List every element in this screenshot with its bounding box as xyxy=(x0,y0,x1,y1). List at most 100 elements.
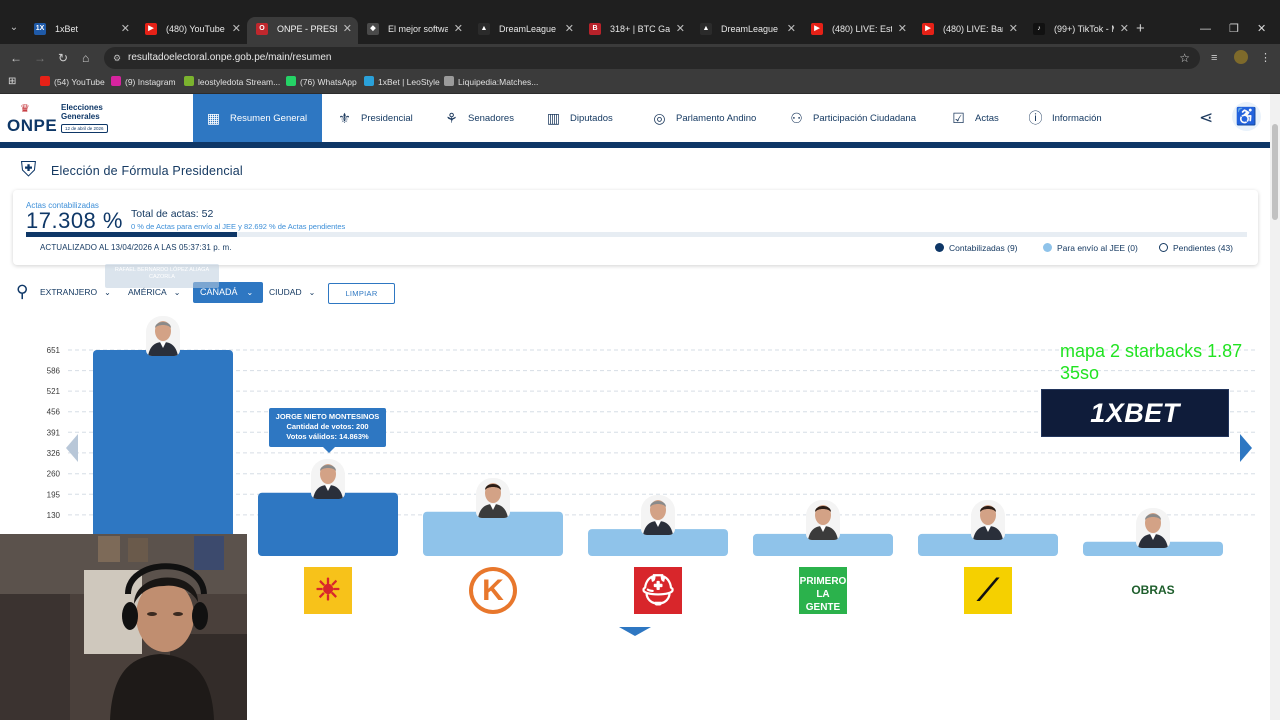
continent-select[interactable]: AMÉRICA ⌄ xyxy=(128,287,180,297)
close-window-button[interactable]: ✕ xyxy=(1257,20,1266,38)
city-select[interactable]: CIUDAD ⌄ xyxy=(269,287,315,297)
nav-informacion[interactable]: ⓘ Información xyxy=(1027,94,1102,142)
candidate-photo[interactable] xyxy=(146,316,180,356)
site-info-icon[interactable]: ⚙ xyxy=(113,47,121,69)
candidate-photo[interactable] xyxy=(476,477,510,518)
home-button[interactable]: ⌂ xyxy=(82,50,89,66)
expand-down-arrow[interactable] xyxy=(619,627,651,636)
nav-presidencial[interactable]: ⚜ Presidencial xyxy=(336,94,413,142)
party-logo[interactable]: ⟋ xyxy=(964,567,1012,614)
region-select[interactable]: EXTRANJERO ⌄ xyxy=(40,287,111,297)
browser-menu-icon[interactable]: ⋮ xyxy=(1260,50,1271,66)
onpe-logo[interactable]: ♛ ONPE Elecciones Generales 12 de abril … xyxy=(6,102,116,138)
bookmark-item[interactable]: leostyledota Stream... xyxy=(184,76,280,89)
candidate-photo[interactable] xyxy=(1136,507,1170,548)
browser-tab[interactable]: ▲ DreamLeague Sea ✕ xyxy=(469,17,580,44)
grid-icon: ▦ xyxy=(206,110,221,126)
logo-text: ONPE xyxy=(7,116,58,135)
minimize-button[interactable]: — xyxy=(1200,20,1211,38)
party-logo[interactable]: PRIMERO LA GENTE xyxy=(799,567,847,614)
party-logo[interactable]: ⛑ xyxy=(634,567,682,614)
browser-tab[interactable]: B 318+ | BTC Gamin ✕ xyxy=(580,17,691,44)
browser-tab[interactable]: ♪ (99+) TikTok - Ma ✕ xyxy=(1024,17,1135,44)
nav-parlamento-andino[interactable]: ◎ Parlamento Andino xyxy=(651,94,756,142)
chart-prev-arrow[interactable] xyxy=(66,434,78,462)
clear-filters-button[interactable]: LIMPIAR xyxy=(328,283,395,304)
y-tick-label: 391 xyxy=(47,428,61,437)
profile-avatar[interactable] xyxy=(1234,50,1248,64)
browser-tab[interactable]: 1X 1xBet ✕ xyxy=(25,17,136,44)
apps-grid-icon[interactable]: ⊞ xyxy=(8,75,16,88)
browser-tab[interactable]: ▶ (480) LIVE: Estar B ✕ xyxy=(802,17,913,44)
browser-tab[interactable]: ▶ (480) YouTube ✕ xyxy=(136,17,247,44)
bookmark-item[interactable]: (9) Instagram xyxy=(111,76,176,89)
candidate-photo[interactable] xyxy=(971,499,1005,540)
candidate-portrait xyxy=(1136,507,1170,548)
tab-close-icon[interactable]: ✕ xyxy=(343,17,352,41)
nav-resumen-general[interactable]: ▦ Resumen General xyxy=(193,94,322,142)
candidate-photo[interactable] xyxy=(311,458,345,499)
browser-tab[interactable]: ▶ (480) LIVE: Barran ✕ xyxy=(913,17,1024,44)
tab-close-icon[interactable]: ✕ xyxy=(676,17,685,41)
party-logo[interactable]: ☀ xyxy=(304,567,352,614)
legend-label: Pendientes (43) xyxy=(1173,243,1234,253)
accessibility-icon[interactable]: ♿ xyxy=(1232,102,1261,131)
tab-search-button[interactable]: ⌄ xyxy=(6,20,22,36)
party-emblem-icon: K xyxy=(482,574,504,607)
bookmark-favicon-icon xyxy=(40,76,50,86)
candidate-photo[interactable] xyxy=(806,499,840,540)
browser-tab[interactable]: ▲ DreamLeague Sea ✕ xyxy=(691,17,802,44)
bookmark-item[interactable]: Liquipedia:Matches... xyxy=(444,76,538,89)
maximize-button[interactable]: ❐ xyxy=(1229,20,1239,38)
tab-favicon-icon: ▲ xyxy=(700,23,712,35)
tab-title: (99+) TikTok - Ma xyxy=(1054,24,1114,34)
tab-close-icon[interactable]: ✕ xyxy=(565,17,574,41)
address-bar[interactable]: ⚙ resultadoelectoral.onpe.gob.pe/main/re… xyxy=(104,47,1200,69)
nav-diputados[interactable]: ▥ Diputados xyxy=(545,94,613,142)
bookmark-item[interactable]: (54) YouTube xyxy=(40,76,105,89)
new-tab-button[interactable]: + xyxy=(1136,20,1145,38)
tab-close-icon[interactable]: ✕ xyxy=(121,17,130,41)
candidate-bar[interactable] xyxy=(258,492,398,556)
y-tick-label: 586 xyxy=(47,367,61,376)
candidate-photo[interactable] xyxy=(641,495,675,536)
bookmark-item[interactable]: (76) WhatsApp xyxy=(286,76,357,89)
bookmark-star-icon[interactable]: ☆ xyxy=(1179,47,1190,69)
bookmarks-bar: ⊞ (54) YouTube (9) Instagram leostyledota … xyxy=(0,72,1280,94)
reload-button[interactable]: ↻ xyxy=(58,50,68,66)
nav-participacion-ciudadana[interactable]: ⚇ Participación Ciudadana xyxy=(788,94,916,142)
candidate-bar[interactable] xyxy=(93,350,233,556)
share-icon[interactable]: ⋖ xyxy=(1199,108,1213,128)
nav-senadores[interactable]: ⚘ Senadores xyxy=(443,94,514,142)
page-title: Elección de Fórmula Presidencial xyxy=(51,164,243,178)
party-logo[interactable]: K xyxy=(469,567,517,614)
back-button[interactable]: ← xyxy=(10,50,22,66)
actas-detail: 0 % de Actas para envío al JEE y 82.692 … xyxy=(131,222,346,231)
tab-close-icon[interactable]: ✕ xyxy=(898,17,907,41)
tab-favicon-icon: ▶ xyxy=(922,23,934,35)
url-text: resultadoelectoral.onpe.gob.pe/main/resu… xyxy=(128,52,332,63)
nav-label: Participación Ciudadana xyxy=(813,113,916,124)
nav-actas[interactable]: ☑ Actas xyxy=(950,94,999,142)
bookmark-label: leostyledota Stream... xyxy=(198,77,281,87)
chevron-down-icon: ⌄ xyxy=(104,288,111,297)
chart-next-arrow[interactable] xyxy=(1240,434,1252,462)
browser-tab[interactable]: ◆ El mejor software ✕ xyxy=(358,17,469,44)
tab-close-icon[interactable]: ✕ xyxy=(1009,17,1018,41)
tab-close-icon[interactable]: ✕ xyxy=(787,17,796,41)
tab-close-icon[interactable]: ✕ xyxy=(1120,17,1129,41)
tab-favicon-icon: 1X xyxy=(34,23,46,35)
tooltip-name: JORGE NIETO MONTESINOS xyxy=(275,412,380,421)
legend-label: Para envío al JEE (0) xyxy=(1057,243,1138,253)
scroll-thumb[interactable] xyxy=(1272,124,1278,220)
party-logo[interactable]: OBRAS xyxy=(1129,567,1177,614)
forward-button[interactable]: → xyxy=(34,50,46,66)
legend-jee: Para envío al JEE (0) xyxy=(1043,243,1138,253)
candidate-bar[interactable] xyxy=(423,511,563,556)
tab-close-icon[interactable]: ✕ xyxy=(232,17,241,41)
media-controls-icon[interactable]: ≡ xyxy=(1211,50,1217,66)
tab-close-icon[interactable]: ✕ xyxy=(454,17,463,41)
browser-tab[interactable]: O ONPE - PRESENTA ✕ xyxy=(247,17,358,44)
page-scrollbar[interactable] xyxy=(1270,94,1280,720)
bookmark-item[interactable]: 1xBet | LeoStyle xyxy=(364,76,440,89)
